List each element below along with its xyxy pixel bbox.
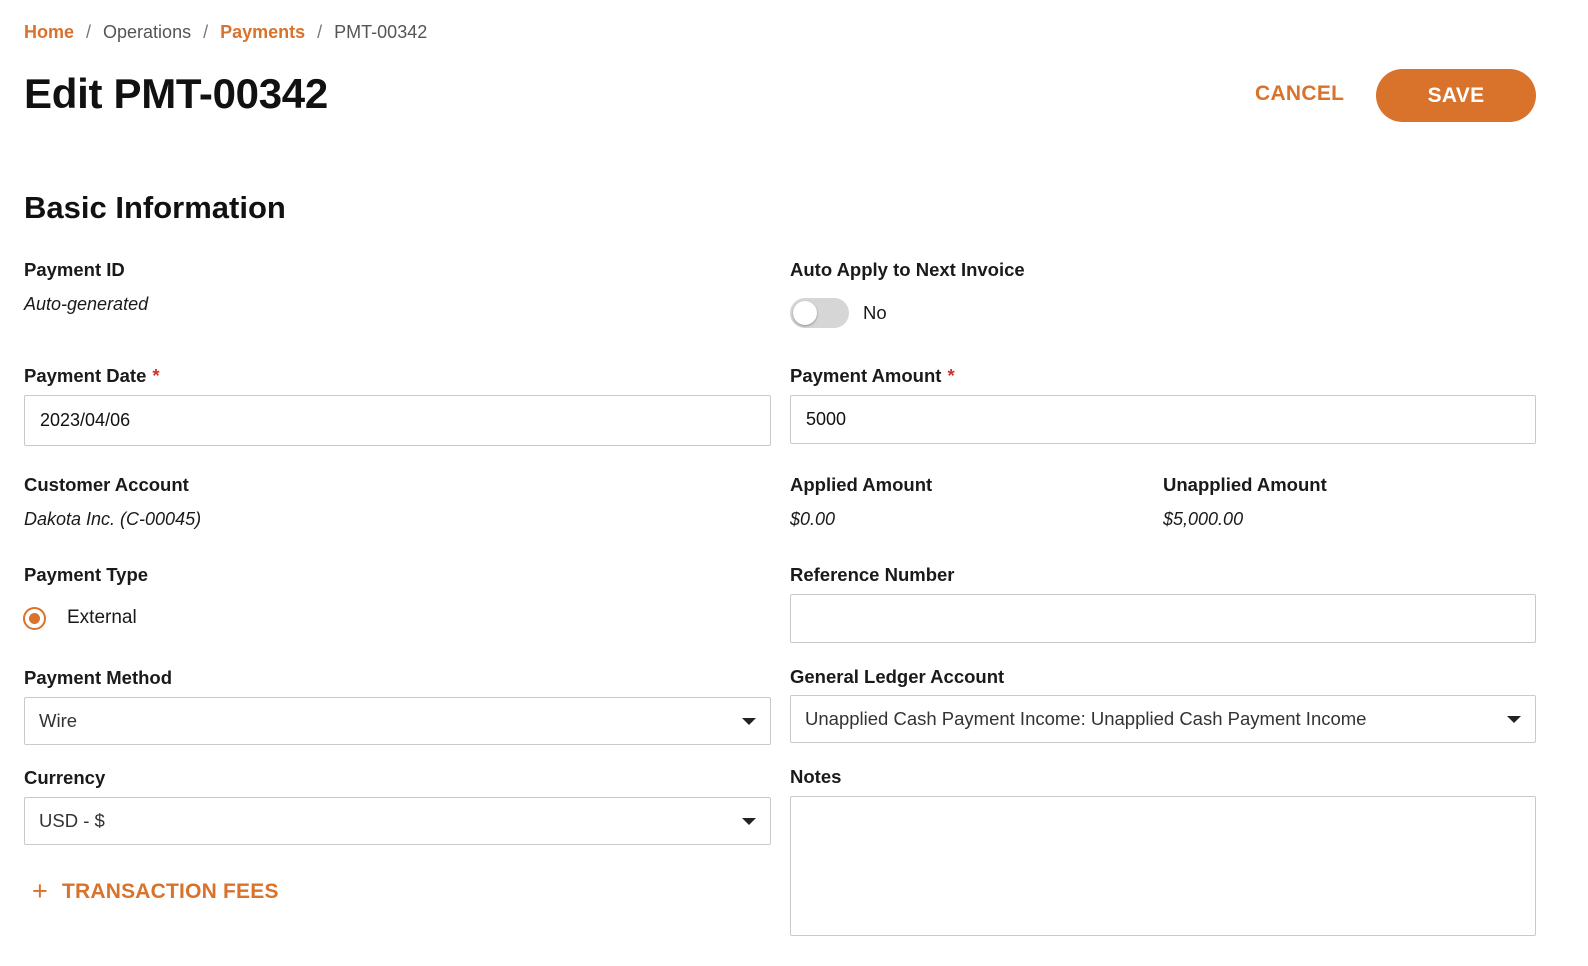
page-title: Edit PMT-00342 xyxy=(24,70,328,117)
cancel-button[interactable]: CANCEL xyxy=(1255,82,1344,106)
payment-amount-label-text: Payment Amount xyxy=(790,365,942,386)
section-title: Basic Information xyxy=(24,190,286,225)
auto-apply-label: Auto Apply to Next Invoice xyxy=(790,259,1025,280)
breadcrumb: Home / Operations / Payments / PMT-00342 xyxy=(24,22,427,43)
breadcrumb-home-link[interactable]: Home xyxy=(24,22,74,43)
auto-apply-toggle[interactable] xyxy=(790,298,849,328)
payment-date-label-text: Payment Date xyxy=(24,365,147,386)
chevron-down-icon xyxy=(742,717,756,725)
breadcrumb-operations: Operations xyxy=(103,22,192,42)
notes-label: Notes xyxy=(790,766,842,787)
breadcrumb-separator: / xyxy=(203,22,209,42)
payment-method-select[interactable]: Wire xyxy=(24,697,771,745)
gl-account-value: Unapplied Cash Payment Income: Unapplied… xyxy=(805,708,1367,729)
chevron-down-icon xyxy=(742,817,756,825)
applied-amount-value: $0.00 xyxy=(790,509,836,529)
currency-value: USD - $ xyxy=(39,810,105,831)
payment-amount-input[interactable]: 5000 xyxy=(790,395,1536,444)
payment-method-label: Payment Method xyxy=(24,667,173,688)
gl-account-label: General Ledger Account xyxy=(790,666,1005,687)
payment-type-external-label[interactable]: External xyxy=(67,607,137,629)
currency-label: Currency xyxy=(24,767,106,788)
required-asterisk: * xyxy=(947,365,955,386)
payment-id-label: Payment ID xyxy=(24,259,125,280)
payment-id-value: Auto-generated xyxy=(24,294,149,314)
radio-selected-dot xyxy=(29,613,40,624)
customer-account-label: Customer Account xyxy=(24,474,189,495)
add-transaction-fees-label: TRANSACTION FEES xyxy=(61,879,279,903)
notes-textarea[interactable] xyxy=(790,796,1536,936)
breadcrumb-current: PMT-00342 xyxy=(334,22,428,42)
add-transaction-fees-button[interactable]: + TRANSACTION FEES xyxy=(32,878,279,905)
required-asterisk: * xyxy=(152,365,160,386)
gl-account-select[interactable]: Unapplied Cash Payment Income: Unapplied… xyxy=(790,695,1536,743)
breadcrumb-separator: / xyxy=(317,22,323,42)
save-button[interactable]: SAVE xyxy=(1376,69,1536,122)
applied-amount-label: Applied Amount xyxy=(790,474,933,495)
breadcrumb-separator: / xyxy=(86,22,92,42)
payment-amount-value: 5000 xyxy=(806,409,847,429)
payment-type-external-radio[interactable] xyxy=(23,607,46,630)
customer-account-value: Dakota Inc. (C-00045) xyxy=(24,509,202,529)
payment-date-input[interactable]: 2023/04/06 xyxy=(24,395,771,446)
unapplied-amount-value: $5,000.00 xyxy=(1163,509,1244,529)
payment-type-label: Payment Type xyxy=(24,564,149,585)
payment-date-label: Payment Date * xyxy=(24,365,160,387)
currency-select[interactable]: USD - $ xyxy=(24,797,771,845)
auto-apply-state: No xyxy=(863,302,887,323)
chevron-down-icon xyxy=(1507,715,1521,723)
reference-number-label: Reference Number xyxy=(790,564,955,585)
payment-date-value: 2023/04/06 xyxy=(40,410,131,430)
breadcrumb-payments-link[interactable]: Payments xyxy=(220,22,305,43)
plus-icon: + xyxy=(32,876,48,906)
reference-number-input[interactable] xyxy=(790,594,1536,643)
unapplied-amount-label: Unapplied Amount xyxy=(1163,474,1327,495)
toggle-knob xyxy=(793,301,817,325)
payment-amount-label: Payment Amount * xyxy=(790,365,955,387)
payment-method-value: Wire xyxy=(39,710,78,731)
